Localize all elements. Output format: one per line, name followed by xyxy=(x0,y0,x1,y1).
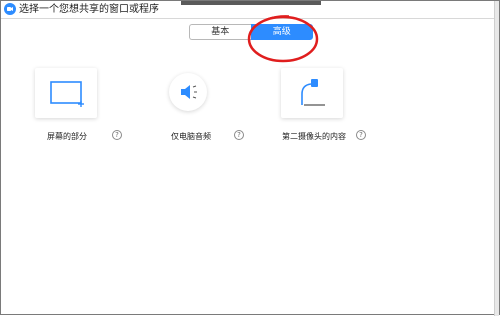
option-portion-of-screen[interactable] xyxy=(35,68,97,118)
help-icon-audio[interactable]: ? xyxy=(234,130,244,140)
help-icon-portion[interactable]: ? xyxy=(112,130,122,140)
second-camera-icon xyxy=(301,79,325,106)
option-label-audio: 仅电脑音频 xyxy=(171,132,211,141)
screen-portion-icon xyxy=(50,81,84,107)
window-edge xyxy=(494,1,499,316)
share-mode-tabs: 基本 高级 xyxy=(189,24,313,40)
speaker-icon xyxy=(181,85,197,99)
option-computer-audio[interactable] xyxy=(169,73,207,111)
option-label-portion: 屏幕的部分 xyxy=(47,132,87,141)
option-label-second-camera: 第二摄像头的内容 xyxy=(282,132,346,141)
window-title: 选择一个您想共享的窗口或程序 xyxy=(19,4,159,15)
zoom-app-icon xyxy=(4,3,16,15)
tab-basic[interactable]: 基本 xyxy=(189,24,251,40)
option-second-camera[interactable] xyxy=(281,68,343,118)
share-window: 选择一个您想共享的窗口或程序 基本 高级 屏幕的部分 ? 仅电脑音频 ? 第二摄… xyxy=(0,0,500,316)
help-icon-second-camera[interactable]: ? xyxy=(356,130,366,140)
tab-advanced[interactable]: 高级 xyxy=(250,24,313,40)
background-window-strip xyxy=(181,1,321,5)
